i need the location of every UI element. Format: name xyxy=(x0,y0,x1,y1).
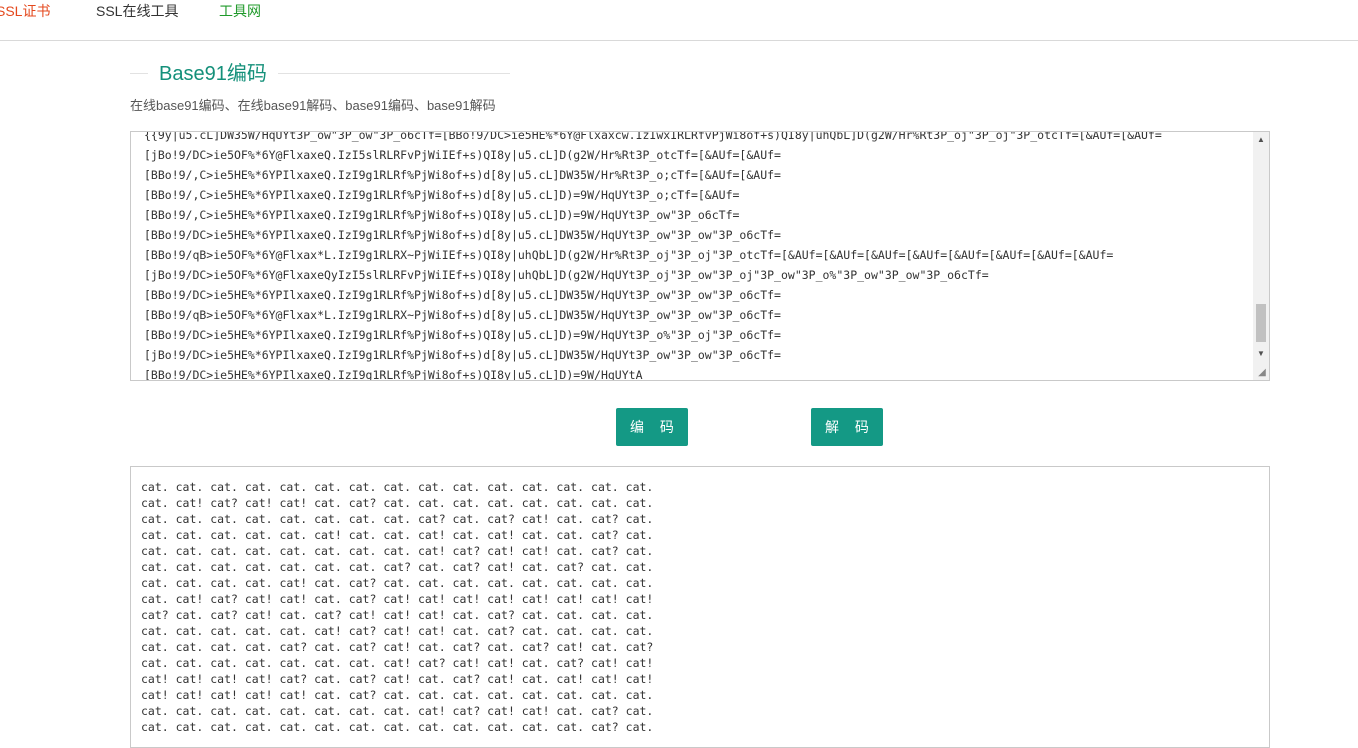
decode-button[interactable]: 解 码 xyxy=(811,408,883,446)
title-divider-left xyxy=(130,73,148,74)
output-textarea-content[interactable]: cat. cat. cat. cat. cat. cat. cat. cat. … xyxy=(141,479,653,735)
top-navigation: SSL证书 SSL在线工具 工具网 xyxy=(0,0,1358,41)
page-title-row: Base91编码 xyxy=(130,60,510,88)
resize-grip-icon[interactable]: ◢ xyxy=(1256,367,1268,379)
nav-link-ssl-cert[interactable]: SSL证书 xyxy=(0,2,50,20)
page-title: Base91编码 xyxy=(159,63,267,85)
scroll-up-arrow-icon[interactable]: ▲ xyxy=(1253,132,1269,148)
scroll-thumb[interactable] xyxy=(1256,304,1266,342)
encode-button[interactable]: 编 码 xyxy=(616,408,688,446)
page-subtitle: 在线base91编码、在线base91解码、base91编码、base91解码 xyxy=(130,98,496,113)
nav-link-tools-net[interactable]: 工具网 xyxy=(219,2,261,20)
input-scrollbar[interactable]: ▲ ▼ xyxy=(1253,132,1269,380)
output-textarea[interactable]: cat. cat. cat. cat. cat. cat. cat. cat. … xyxy=(130,466,1270,748)
title-divider-right xyxy=(278,73,510,74)
scroll-down-arrow-icon[interactable]: ▼ xyxy=(1253,346,1269,362)
nav-link-ssl-tools[interactable]: SSL在线工具 xyxy=(96,2,178,20)
input-textarea[interactable]: {{9y|u5.cL]DW35W/HqUYt3P_ow"3P_ow"3P_o6c… xyxy=(130,131,1270,381)
input-textarea-content[interactable]: {{9y|u5.cL]DW35W/HqUYt3P_ow"3P_ow"3P_o6c… xyxy=(144,132,1162,380)
